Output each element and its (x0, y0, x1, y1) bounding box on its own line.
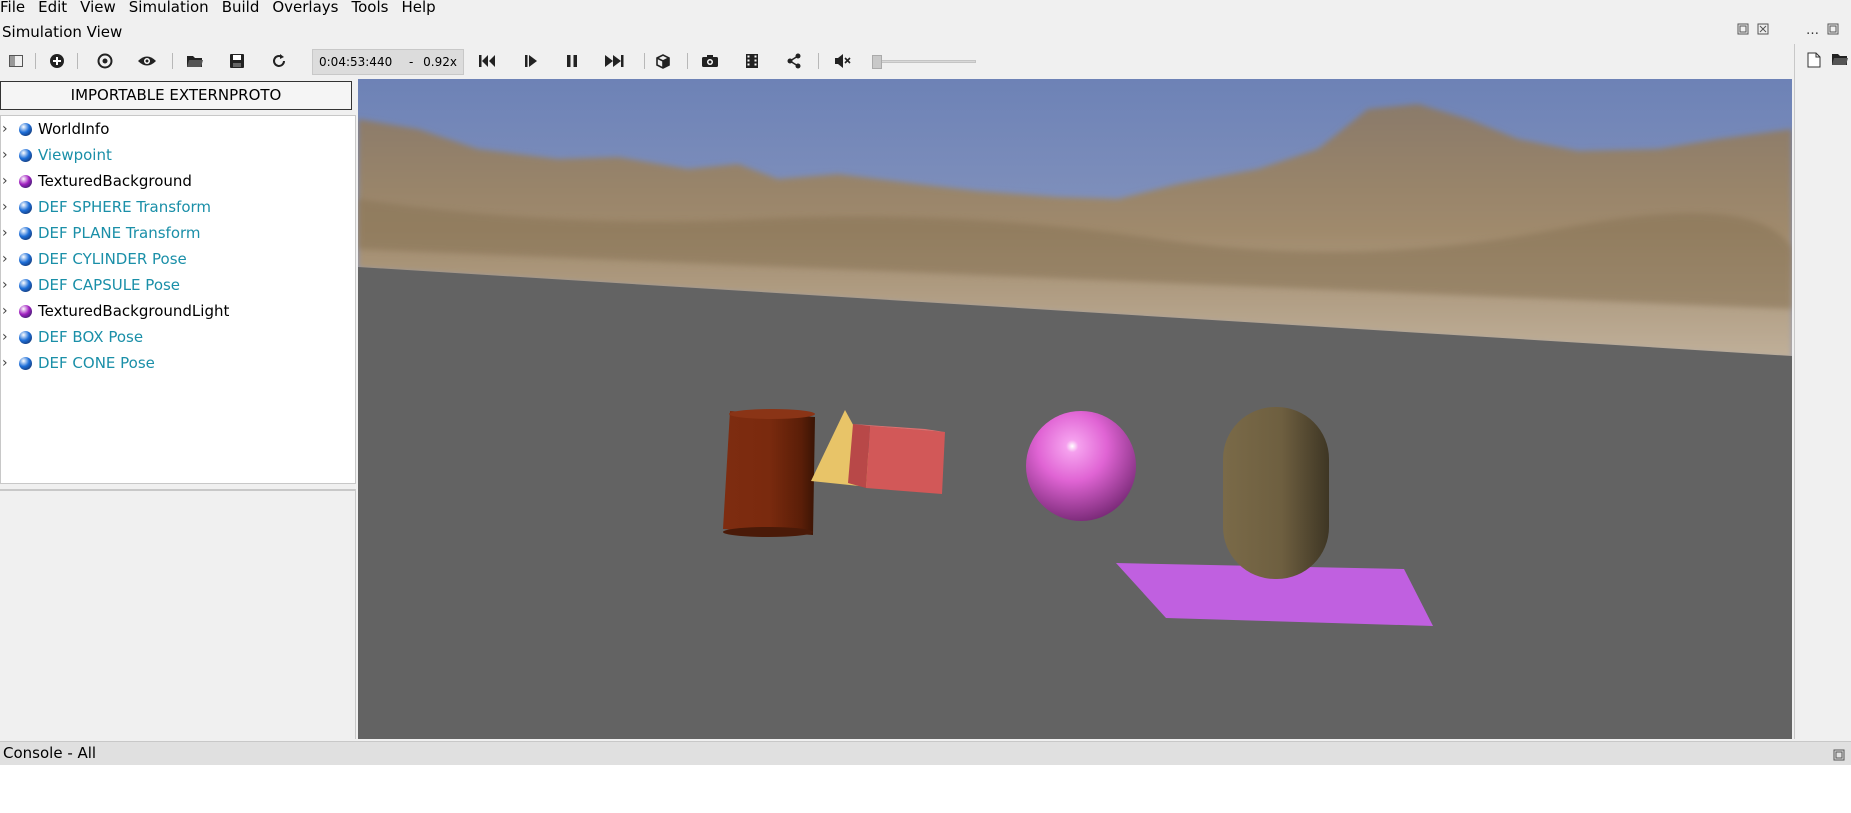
right-dock-buttons: … (1806, 23, 1839, 38)
scene-tree-panel: IMPORTABLE EXTERNPROTO › WorldInfo › Viewpo… (0, 79, 358, 739)
scene-tree-node[interactable]: › DEF BOX Pose (1, 324, 355, 350)
field-editor-panel (0, 489, 356, 739)
console-dock-header: Console - All (0, 741, 1851, 765)
simulation-time-display: 0:04:53:440 - 0.92x (312, 49, 464, 75)
expand-chevron-icon[interactable]: › (2, 147, 12, 163)
node-type-icon (19, 356, 32, 370)
scene-tree-node-label: DEF CYLINDER Pose (38, 250, 187, 268)
time-value: 0:04:53:440 (319, 55, 393, 69)
menu-file[interactable]: File (0, 0, 33, 20)
eye-icon[interactable] (133, 48, 161, 74)
scene-tree: › WorldInfo › Viewpoint › TexturedBackground ›… (0, 115, 356, 484)
scene-tree-node[interactable]: › TexturedBackgroundLight (1, 298, 355, 324)
scene-tree-node-label: DEF CAPSULE Pose (38, 276, 181, 294)
node-type-icon (19, 304, 32, 318)
capsule-shape (1223, 407, 1329, 579)
menu-simulation[interactable]: Simulation (129, 0, 217, 20)
expand-chevron-icon[interactable]: › (2, 225, 12, 241)
scene-tree-node[interactable]: › DEF CONE Pose (1, 350, 355, 376)
movie-icon[interactable] (738, 48, 766, 74)
sync-viewpoint-icon[interactable] (91, 48, 119, 74)
scene-tree-node-label: Viewpoint (38, 146, 112, 164)
float-console-icon[interactable] (1833, 747, 1845, 765)
expand-chevron-icon[interactable]: › (2, 199, 12, 215)
time-separator: - (409, 55, 414, 69)
scene-tree-node-label: WorldInfo (38, 120, 110, 138)
expand-chevron-icon[interactable]: › (2, 121, 12, 137)
menu-help[interactable]: Help (401, 0, 443, 20)
console-output (0, 765, 1851, 813)
scene-tree-node[interactable]: › DEF CYLINDER Pose (1, 246, 355, 272)
volume-slider[interactable] (872, 55, 976, 69)
toggle-scene-tree-icon[interactable] (2, 48, 30, 74)
view-cube-icon[interactable] (649, 48, 677, 74)
pause-icon[interactable] (558, 48, 586, 74)
fast-forward-icon[interactable] (600, 48, 628, 74)
node-type-icon (19, 122, 32, 136)
sphere-shape (1026, 411, 1136, 521)
scene-tree-node-label: TexturedBackground (38, 172, 192, 190)
menu-bar: File Edit View Simulation Build Overlays… (0, 0, 1851, 20)
open-world-icon[interactable] (181, 48, 209, 74)
expand-chevron-icon[interactable]: › (2, 277, 12, 293)
node-type-icon (19, 226, 32, 240)
scene-tree-node-label: DEF BOX Pose (38, 328, 144, 346)
save-world-icon[interactable] (223, 48, 251, 74)
importable-externproto-button[interactable]: IMPORTABLE EXTERNPROTO (0, 81, 352, 110)
menu-view[interactable]: View (80, 0, 124, 20)
node-type-icon (19, 278, 32, 292)
reload-world-icon[interactable] (265, 48, 293, 74)
scene-tree-node[interactable]: › WorldInfo (1, 116, 355, 142)
toolbar: 0:04:53:440 - 0.92x (0, 44, 1851, 78)
scene-tree-node[interactable]: › Viewpoint (1, 142, 355, 168)
cylinder-shape (723, 409, 815, 537)
node-type-icon (19, 330, 32, 344)
scene-tree-node-label: TexturedBackgroundLight (38, 302, 230, 320)
close-dock-icon[interactable] (1757, 23, 1769, 38)
expand-chevron-icon[interactable]: › (2, 355, 12, 371)
screenshot-icon[interactable] (696, 48, 724, 74)
scene-tree-node[interactable]: › DEF CAPSULE Pose (1, 272, 355, 298)
more-icon[interactable]: … (1806, 23, 1819, 38)
mute-icon[interactable] (829, 48, 857, 74)
scene-tree-node[interactable]: › DEF SPHERE Transform (1, 194, 355, 220)
menu-tools[interactable]: Tools (351, 0, 396, 20)
scene-tree-node[interactable]: › TexturedBackground (1, 168, 355, 194)
menu-edit[interactable]: Edit (38, 0, 75, 20)
add-node-icon[interactable] (43, 48, 71, 74)
scene-tree-node[interactable]: › DEF PLANE Transform (1, 220, 355, 246)
scene-tree-node-label: DEF SPHERE Transform (38, 198, 212, 216)
share-icon[interactable] (780, 48, 808, 74)
3d-view[interactable] (358, 79, 1792, 739)
node-type-icon (19, 200, 32, 214)
expand-chevron-icon[interactable]: › (2, 303, 12, 319)
expand-chevron-icon[interactable]: › (2, 173, 12, 189)
reset-icon[interactable] (473, 48, 501, 74)
step-icon[interactable] (517, 48, 545, 74)
webots-window: File Edit View Simulation Build Overlays… (0, 0, 1851, 813)
node-type-icon (19, 252, 32, 266)
new-file-icon[interactable] (1807, 52, 1821, 72)
node-type-icon (19, 174, 32, 188)
speed-value: 0.92x (423, 55, 457, 69)
float-right-dock-icon[interactable] (1827, 23, 1839, 38)
scene-tree-node-label: DEF PLANE Transform (38, 224, 201, 242)
dock-buttons (1737, 23, 1769, 38)
scene-tree-node-label: DEF CONE Pose (38, 354, 155, 372)
menu-overlays[interactable]: Overlays (272, 0, 346, 20)
expand-chevron-icon[interactable]: › (2, 251, 12, 267)
node-type-icon (19, 148, 32, 162)
menu-build[interactable]: Build (222, 0, 268, 20)
box-shape (848, 424, 945, 494)
console-title: Console - All (3, 744, 97, 762)
volume-slider-thumb[interactable] (872, 55, 882, 69)
open-file-icon[interactable] (1831, 52, 1849, 70)
float-dock-icon[interactable] (1737, 23, 1749, 38)
expand-chevron-icon[interactable]: › (2, 329, 12, 345)
right-dock-strip (1794, 44, 1851, 739)
simulation-view-title: Simulation View (2, 23, 123, 41)
